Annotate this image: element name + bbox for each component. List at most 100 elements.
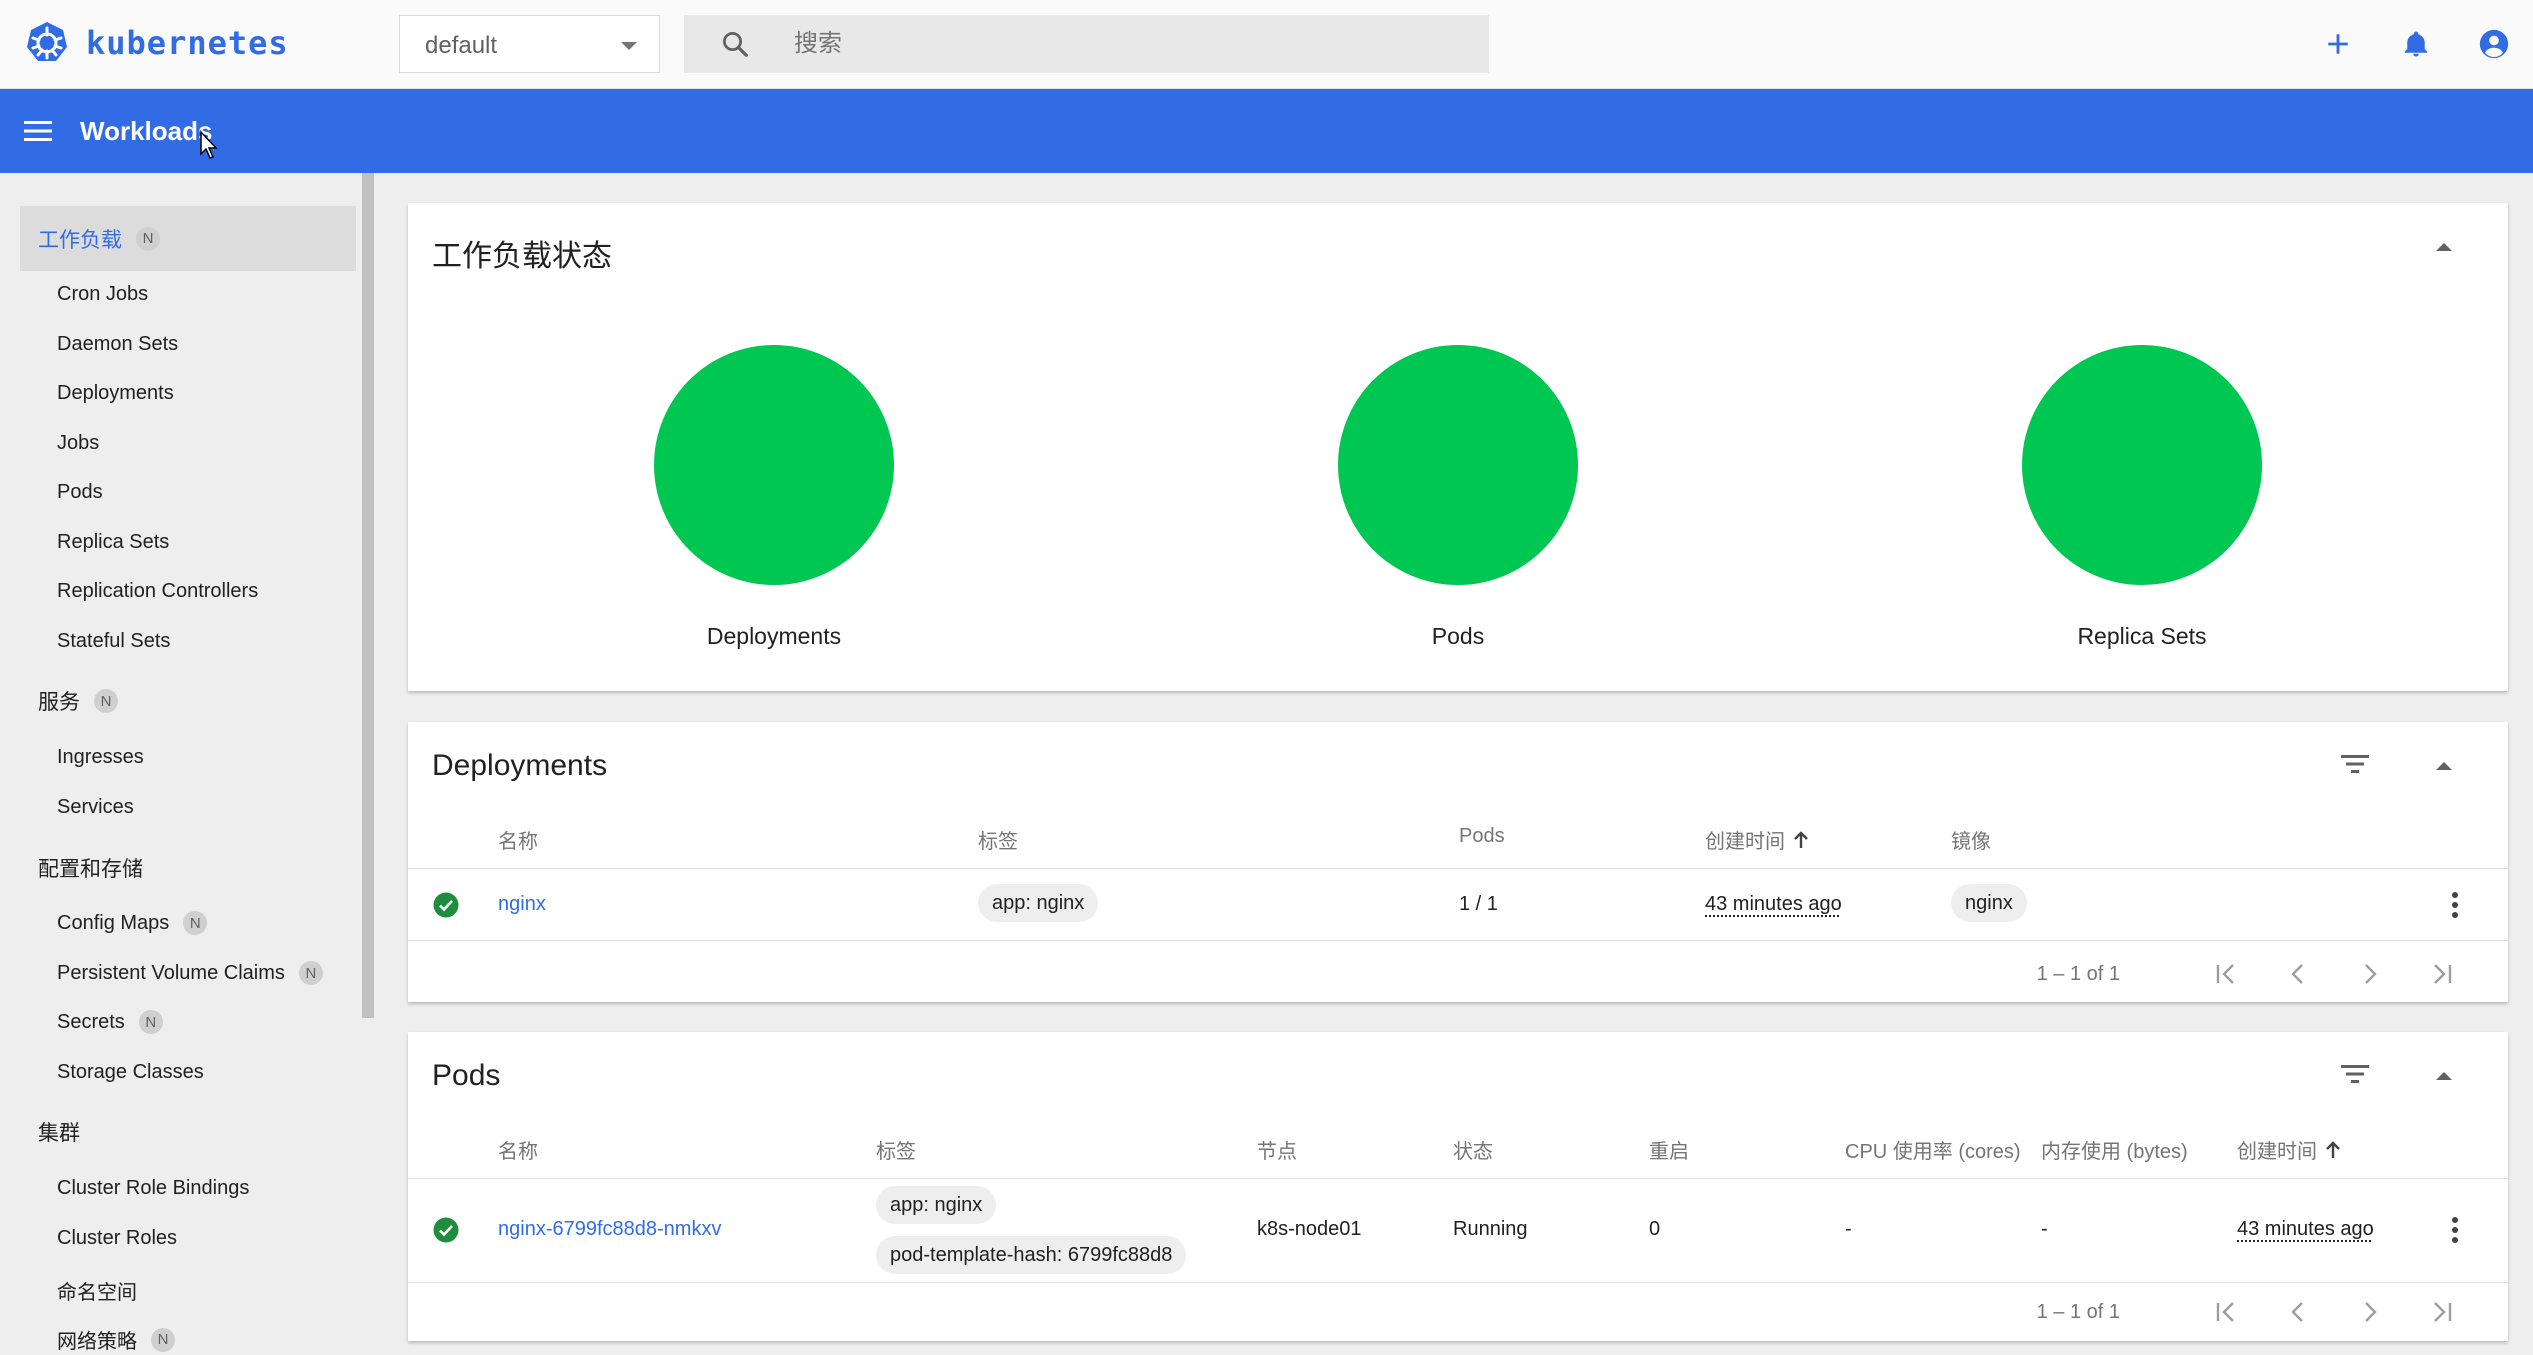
- sidebar-scrollbar[interactable]: [362, 173, 374, 1018]
- namespaced-badge: N: [136, 226, 160, 251]
- label-chip: app: nginx: [978, 884, 1099, 922]
- status-pie: [1338, 345, 1578, 585]
- paginator: 1 – 1 of 1: [2037, 954, 2478, 994]
- sidebar-item-storage-classes[interactable]: Storage Classes: [57, 1061, 204, 1084]
- namespaced-badge: N: [298, 961, 323, 985]
- last-page-button[interactable]: [2406, 954, 2478, 994]
- deployment-name-link[interactable]: nginx: [498, 893, 546, 916]
- first-page-button[interactable]: [2190, 954, 2262, 994]
- column-header-created[interactable]: 创建时间: [2237, 1135, 2341, 1164]
- created-time: 43 minutes ago: [2237, 1218, 2374, 1240]
- column-header-name[interactable]: 名称: [498, 1135, 538, 1164]
- account-button[interactable]: [2455, 22, 2533, 66]
- sidebar-item-daemon-sets[interactable]: Daemon Sets: [57, 333, 178, 356]
- next-page-icon: [2365, 964, 2377, 984]
- more-vert-icon[interactable]: [2452, 1217, 2458, 1247]
- deployments-card: Deployments 名称 标签 Pods 创建时间 镜像 nginx app…: [408, 722, 2508, 1002]
- brand-logo[interactable]: kubernetes: [24, 20, 289, 66]
- namespaced-badge: N: [151, 1327, 175, 1352]
- prev-page-icon: [2291, 964, 2303, 984]
- paginator: 1 – 1 of 1: [2037, 1292, 2478, 1332]
- sidebar-item-pods[interactable]: Pods: [57, 481, 103, 504]
- column-header-image: 镜像: [1951, 831, 1991, 853]
- column-header-name[interactable]: 名称: [498, 825, 538, 854]
- sidebar-item-workloads[interactable]: 工作负载 N: [20, 206, 356, 271]
- collapse-icon[interactable]: [2436, 1072, 2452, 1080]
- deployments-status[interactable]: Deployments: [574, 345, 974, 650]
- sidebar-item-pvcs[interactable]: Persistent Volume Claims N: [57, 961, 323, 985]
- sidebar-item-services[interactable]: Services: [57, 796, 134, 819]
- status-pie: [654, 345, 894, 585]
- status-pie: [2022, 345, 2262, 585]
- prev-page-button[interactable]: [2262, 954, 2334, 994]
- column-header-created[interactable]: 创建时间: [1705, 825, 1809, 854]
- sidebar-item-cluster[interactable]: 集群: [38, 1117, 80, 1147]
- created-time: 43 minutes ago: [1705, 893, 1842, 915]
- last-page-button[interactable]: [2406, 1292, 2478, 1332]
- column-header-cpu: CPU 使用率 (cores): [1845, 1141, 2021, 1163]
- next-page-button[interactable]: [2334, 1292, 2406, 1332]
- chevron-down-icon: [621, 42, 637, 50]
- bell-icon: [2404, 31, 2428, 57]
- namespace-select[interactable]: default: [399, 15, 660, 73]
- menu-icon[interactable]: [22, 117, 54, 145]
- replica-sets-status[interactable]: Replica Sets: [1942, 345, 2342, 650]
- search-input[interactable]: [794, 25, 1454, 63]
- status-label: Deployments: [706, 623, 842, 649]
- label-chip: app: nginx: [876, 1186, 997, 1224]
- namespaced-badge: N: [94, 689, 118, 713]
- sidebar-item-label: Config Maps: [57, 911, 170, 934]
- sidebar-item-replication-controllers[interactable]: Replication Controllers: [57, 580, 258, 603]
- more-vert-icon[interactable]: [2452, 892, 2458, 922]
- sidebar-item-label: 网络策略: [57, 1331, 137, 1353]
- sidebar-item-jobs[interactable]: Jobs: [57, 432, 99, 455]
- row-divider: [408, 940, 2508, 941]
- last-page-icon: [2434, 964, 2452, 984]
- sidebar-item-cron-jobs[interactable]: Cron Jobs: [57, 283, 148, 306]
- image-chip: nginx: [1951, 884, 2027, 922]
- sidebar-item-cluster-roles[interactable]: Cluster Roles: [57, 1227, 177, 1250]
- sidebar-item-stateful-sets[interactable]: Stateful Sets: [57, 630, 170, 653]
- column-header-labels: 标签: [978, 831, 1018, 853]
- sidebar-item-config-maps[interactable]: Config Maps N: [57, 911, 208, 935]
- status-label: Replica Sets: [2077, 623, 2207, 649]
- first-page-button[interactable]: [2190, 1292, 2262, 1332]
- sidebar-item-namespaces[interactable]: 命名空间: [57, 1276, 137, 1305]
- sidebar-item-service[interactable]: 服务 N: [38, 686, 118, 716]
- namespaced-badge: N: [138, 1010, 163, 1034]
- pod-name-link[interactable]: nginx-6799fc88d8-nmkxv: [498, 1218, 721, 1241]
- pods-count: 1 / 1: [1459, 893, 1498, 915]
- column-header-pods: Pods: [1459, 825, 1505, 847]
- search-bar: [684, 15, 1489, 73]
- sidebar-item-network-policies[interactable]: 网络策略 N: [57, 1325, 175, 1354]
- search-icon: [723, 32, 748, 57]
- filter-icon[interactable]: [2340, 752, 2370, 776]
- sidebar-item-secrets[interactable]: Secrets N: [57, 1010, 163, 1034]
- prev-page-button[interactable]: [2262, 1292, 2334, 1332]
- filter-icon[interactable]: [2340, 1062, 2370, 1086]
- sidebar-item-replica-sets[interactable]: Replica Sets: [57, 531, 169, 554]
- sidebar: 工作负载 N Cron Jobs Daemon Sets Deployments…: [0, 173, 374, 1355]
- prev-page-icon: [2291, 1302, 2303, 1322]
- check-circle-icon: [433, 1217, 459, 1243]
- collapse-icon[interactable]: [2436, 243, 2452, 251]
- sidebar-item-ingresses[interactable]: Ingresses: [57, 746, 144, 769]
- sidebar-item-cluster-role-bindings[interactable]: Cluster Role Bindings: [57, 1177, 249, 1200]
- row-divider: [408, 1282, 2508, 1283]
- sidebar-item-deployments[interactable]: Deployments: [57, 382, 174, 405]
- arrow-up-icon: [1794, 830, 1808, 848]
- last-page-icon: [2434, 1302, 2452, 1322]
- column-header-node: 节点: [1257, 1141, 1297, 1163]
- next-page-button[interactable]: [2334, 954, 2406, 994]
- first-page-icon: [2216, 1302, 2234, 1322]
- top-bar: kubernetes default: [0, 0, 2533, 89]
- notifications-button[interactable]: [2377, 22, 2455, 66]
- cpu-usage: -: [1845, 1218, 1852, 1240]
- sidebar-item-label: 工作负载: [38, 228, 122, 252]
- column-header-label: 创建时间: [1705, 831, 1785, 853]
- sidebar-item-config-storage[interactable]: 配置和存储: [38, 853, 143, 883]
- card-title: Deployments: [432, 749, 608, 782]
- collapse-icon[interactable]: [2436, 762, 2452, 770]
- create-button[interactable]: [2299, 22, 2377, 66]
- pods-status[interactable]: Pods: [1258, 345, 1658, 650]
